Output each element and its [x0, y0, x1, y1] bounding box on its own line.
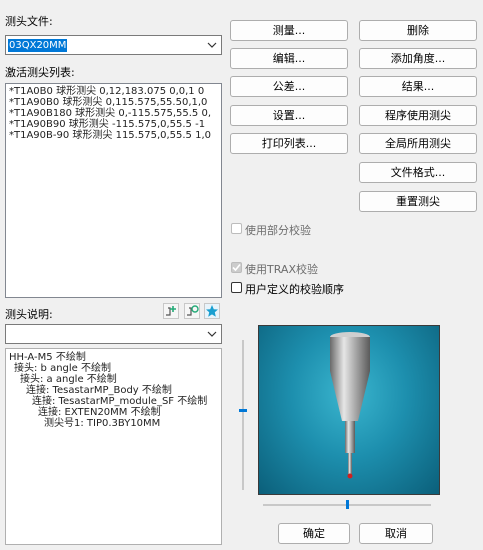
horizontal-slider-thumb[interactable]: [346, 500, 349, 509]
partial-check-label: 使用部分校验: [245, 224, 311, 237]
tree-item[interactable]: 连接: TesastarMP_module_SF 不绘制: [9, 396, 218, 407]
program-tips-button[interactable]: 程序使用测尖: [359, 105, 477, 126]
ok-button[interactable]: 确定: [278, 523, 350, 544]
cancel-button[interactable]: 取消: [359, 523, 433, 544]
probe-description-label: 测头说明:: [5, 308, 53, 321]
settings-button[interactable]: 设置...: [230, 105, 348, 126]
tree-item[interactable]: 连接: EXTEN20MM 不绘制: [9, 407, 218, 418]
delete-button[interactable]: 删除: [359, 20, 477, 41]
active-tips-list[interactable]: *T1A0B0 球形测尖 0,12,183.075 0,0,1 0 *T1A90…: [5, 83, 222, 298]
list-item[interactable]: *T1A90B0 球形测尖 0,115.575,55.50,1,0: [9, 97, 218, 108]
probe-preview: [258, 325, 440, 495]
user-order-checkbox[interactable]: [231, 282, 242, 293]
tolerance-button[interactable]: 公差...: [230, 76, 348, 97]
user-order-label: 用户定义的校验顺序: [245, 283, 344, 296]
edit-button[interactable]: 编辑...: [230, 48, 348, 69]
global-tips-button[interactable]: 全局所用测尖: [359, 133, 477, 154]
chevron-down-icon[interactable]: [207, 41, 217, 49]
vertical-slider-thumb[interactable]: [239, 409, 247, 412]
edit-component-icon[interactable]: [184, 303, 200, 319]
probe-file-label: 测头文件:: [5, 15, 53, 28]
list-item[interactable]: *T1A90B90 球形测尖 -115.575,0,55.5 -1: [9, 119, 218, 130]
add-angle-button[interactable]: 添加角度...: [359, 48, 477, 69]
list-item[interactable]: *T1A90B180 球形测尖 0,-115.575,55.5 0,: [9, 108, 218, 119]
trax-check-checkbox[interactable]: [231, 262, 242, 273]
measure-button[interactable]: 测量...: [230, 20, 348, 41]
chevron-down-icon[interactable]: [207, 330, 217, 338]
probe-file-combo[interactable]: 03QX20MM: [5, 35, 222, 55]
add-component-icon[interactable]: [163, 303, 179, 319]
trax-check-label: 使用TRAX校验: [245, 263, 318, 276]
star-icon[interactable]: [204, 303, 220, 319]
checkmark-icon: [232, 263, 241, 272]
probe-file-value[interactable]: 03QX20MM: [8, 39, 68, 52]
print-list-button[interactable]: 打印列表...: [230, 133, 348, 154]
tree-item[interactable]: 测尖号1: TIP0.3BY10MM: [9, 418, 218, 429]
vertical-slider-track[interactable]: [242, 340, 244, 490]
probe-description-combo[interactable]: [5, 324, 222, 344]
tree-item[interactable]: HH-A-M5 不绘制: [9, 352, 218, 363]
reset-tips-button[interactable]: 重置测尖: [359, 191, 477, 212]
active-tips-label: 激活测尖列表:: [5, 66, 75, 79]
probe-component-tree[interactable]: HH-A-M5 不绘制 接头: b angle 不绘制 接头: a angle …: [5, 348, 222, 545]
partial-check-checkbox[interactable]: [231, 223, 242, 234]
tree-item[interactable]: 接头: a angle 不绘制: [9, 374, 218, 385]
probe-model-icon: [330, 332, 370, 479]
results-button[interactable]: 结果...: [359, 76, 477, 97]
tree-item[interactable]: 接头: b angle 不绘制: [9, 363, 218, 374]
list-item[interactable]: *T1A0B0 球形测尖 0,12,183.075 0,0,1 0: [9, 86, 218, 97]
tree-item[interactable]: 连接: TesastarMP_Body 不绘制: [9, 385, 218, 396]
file-format-button[interactable]: 文件格式...: [359, 162, 477, 183]
list-item[interactable]: *T1A90B-90 球形测尖 115.575,0,55.5 1,0: [9, 130, 218, 141]
